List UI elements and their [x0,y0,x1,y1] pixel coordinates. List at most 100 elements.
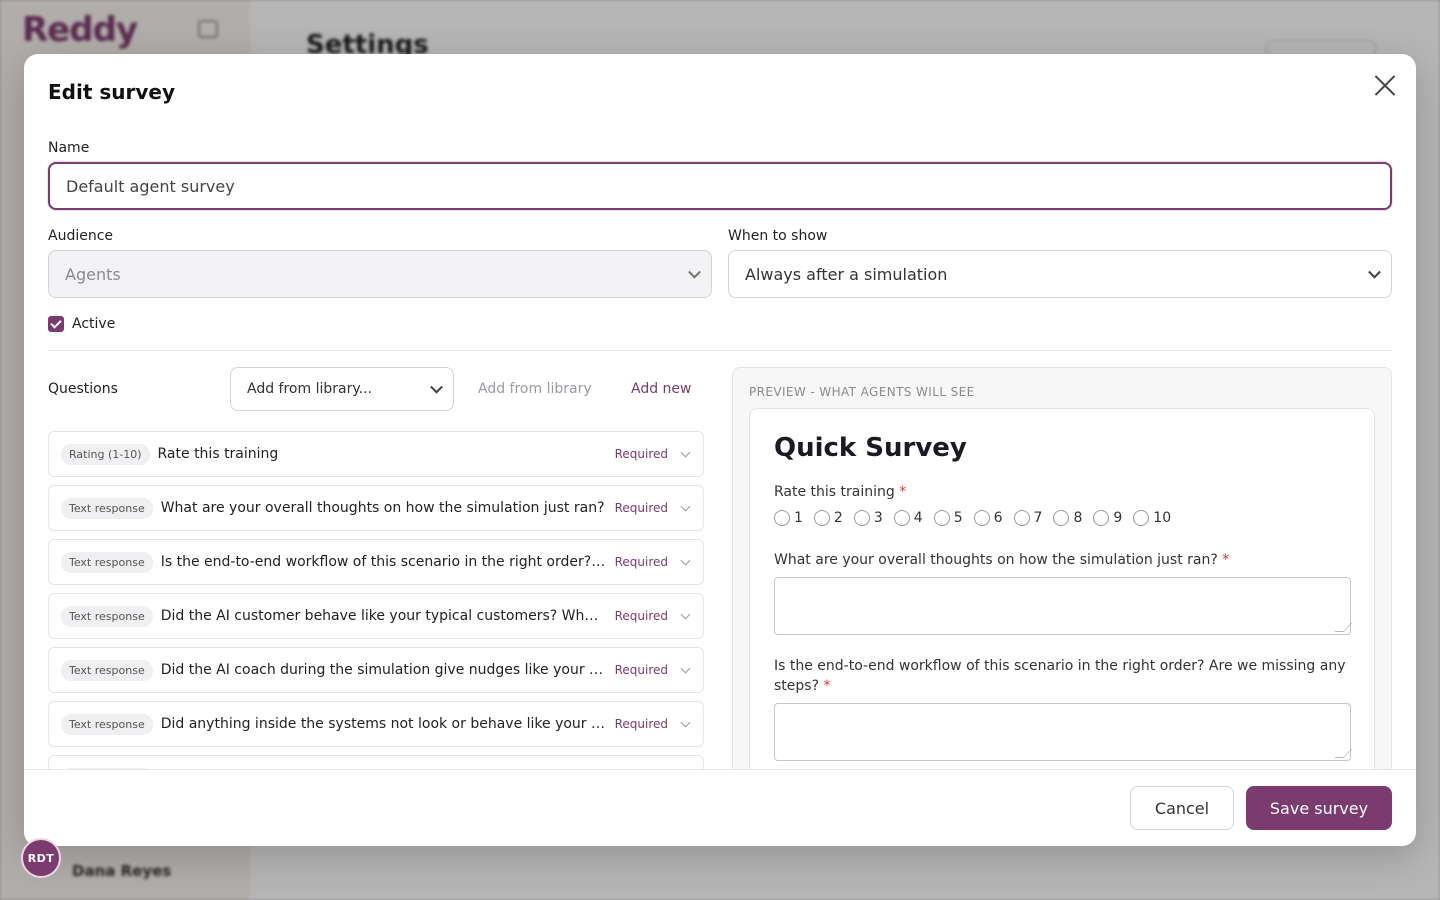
question-type-badge: Text response [61,605,153,627]
radio-icon[interactable] [853,510,870,526]
name-input-value: Default agent survey [66,176,235,196]
edit-survey-modal: Edit survey Name Default agent survey Au… [24,54,1416,846]
required-label: Required [614,555,668,569]
required-label: Required [614,447,668,461]
chevron-down-icon[interactable] [680,717,691,727]
rating-option-label: 9 [1113,510,1123,526]
radio-icon[interactable] [1013,510,1030,526]
cancel-button[interactable]: Cancel [1130,786,1234,830]
modal-title: Edit survey [48,80,176,104]
preview-label: PREVIEW - WHAT AGENTS WILL SEE [749,385,975,399]
rating-option-label: 6 [993,510,1003,526]
required-star: * [1222,552,1230,568]
survey-title: Quick Survey [774,433,967,463]
question-row[interactable]: Text response Did anything inside the sy… [48,701,704,747]
preview-question-1: Rate this training * [774,482,1354,502]
survey-preview-card: Quick Survey Rate this training * 1 2 3 … [749,408,1375,786]
preview-question-1-text: Rate this training [774,484,895,500]
question-text: Rate this training [157,446,279,462]
question-list: Rating (1-10) Rate this training Require… [48,431,704,769]
radio-icon[interactable] [1093,510,1110,526]
preview-question-3-text: Is the end-to-end workflow of this scena… [774,658,1346,694]
close-icon[interactable] [1372,72,1398,98]
rating-option-label: 3 [873,510,883,526]
divider [48,350,1392,351]
rating-option-label: 1 [794,510,803,526]
chevron-down-icon [1368,265,1381,279]
rating-option-2[interactable]: 2 [813,510,843,526]
add-from-library-button[interactable]: Add from library [478,381,592,397]
audience-label: Audience [48,228,114,244]
rating-option-6[interactable]: 6 [973,510,1003,526]
active-label[interactable]: Active [72,316,115,332]
preview-question-3: Is the end-to-end workflow of this scena… [774,656,1354,696]
preview-answer-3-textarea[interactable] [774,703,1351,761]
chevron-down-icon[interactable] [680,663,691,673]
question-text: Is the end-to-end workflow of this scena… [160,554,607,570]
rating-option-10[interactable]: 10 [1133,510,1171,526]
question-text: Did the AI customer behave like your typ… [160,608,607,624]
question-type-badge: Text response [61,713,153,735]
question-row[interactable]: Text response [48,755,704,769]
chevron-down-icon[interactable] [680,447,691,457]
radio-icon[interactable] [1053,510,1070,526]
question-row[interactable]: Text response Is the end-to-end workflow… [48,539,704,585]
question-row[interactable]: Rating (1-10) Rate this training Require… [48,431,704,477]
rating-option-5[interactable]: 5 [933,510,963,526]
preview-question-2-text: What are your overall thoughts on how th… [774,552,1218,568]
chevron-down-icon[interactable] [680,555,691,565]
rating-option-1[interactable]: 1 [774,510,803,526]
rating-option-label: 10 [1153,510,1172,526]
avatar[interactable]: RDT [21,838,61,878]
question-text: Did the AI coach during the simulation g… [160,662,607,678]
question-type-badge: Text response [61,497,153,519]
chevron-down-icon[interactable] [680,609,691,619]
when-to-show-label: When to show [728,228,828,244]
rating-option-label: 5 [953,510,963,526]
question-row[interactable]: Text response What are your overall thou… [48,485,704,531]
audience-select-value: Agents [65,264,121,284]
name-input[interactable]: Default agent survey [48,162,1392,210]
rating-option-9[interactable]: 9 [1093,510,1122,526]
when-to-show-select[interactable]: Always after a simulation [728,250,1392,298]
add-new-button[interactable]: Add new [631,381,692,397]
required-label: Required [614,663,668,677]
radio-icon[interactable] [813,510,830,526]
library-select[interactable]: Add from library... [230,367,454,411]
radio-icon[interactable] [973,510,990,526]
radio-icon[interactable] [774,510,790,526]
rating-option-4[interactable]: 4 [893,510,923,526]
rating-option-7[interactable]: 7 [1013,510,1043,526]
save-survey-button[interactable]: Save survey [1246,786,1392,830]
audience-select[interactable]: Agents [48,250,712,298]
chevron-down-icon[interactable] [680,501,691,511]
required-label: Required [614,501,668,515]
questions-label: Questions [48,381,118,397]
required-label: Required [614,717,668,731]
question-type-badge: Text response [61,659,153,681]
name-label: Name [48,140,90,156]
required-star: * [899,484,907,500]
required-label: Required [614,609,668,623]
rating-option-label: 7 [1033,510,1043,526]
preview-answer-2-textarea[interactable] [774,577,1351,635]
radio-icon[interactable] [1133,510,1150,526]
rating-option-3[interactable]: 3 [853,510,883,526]
question-text: Did anything inside the systems not look… [160,716,607,732]
survey-preview-panel: PREVIEW - WHAT AGENTS WILL SEE Quick Sur… [732,367,1392,787]
question-row[interactable]: Text response Did the AI customer behave… [48,593,704,639]
question-type-badge: Rating (1-10) [61,443,150,465]
chevron-down-icon [430,380,443,394]
radio-icon[interactable] [893,510,910,526]
preview-question-2: What are your overall thoughts on how th… [774,550,1354,570]
question-row[interactable]: Text response Did the AI coach during th… [48,647,704,693]
rating-radio-group: 1 2 3 4 5 6 7 8 9 10 [774,510,1182,526]
rating-option-8[interactable]: 8 [1053,510,1082,526]
question-type-badge: Text response [61,551,153,573]
active-checkbox[interactable] [48,316,64,332]
radio-icon[interactable] [933,510,950,526]
when-to-show-value: Always after a simulation [745,264,948,284]
rating-option-label: 4 [913,510,923,526]
rating-option-label: 2 [833,510,843,526]
chevron-down-icon [688,265,701,279]
